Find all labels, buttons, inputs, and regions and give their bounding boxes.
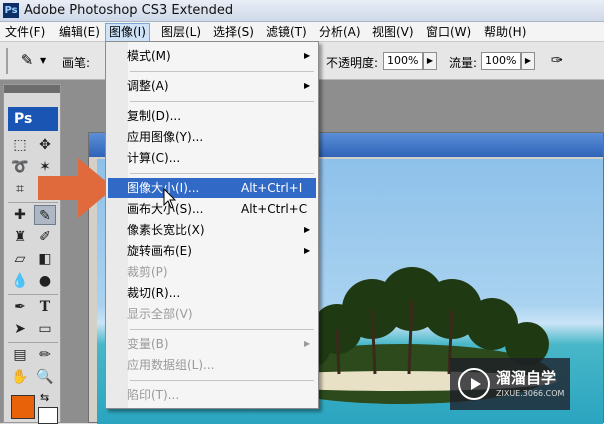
menu-item-adjust[interactable]: 调整(A) ▶	[108, 76, 316, 96]
notes-tool-icon[interactable]: ▤	[9, 345, 31, 365]
menu-separator	[130, 329, 314, 330]
menu-item-canvas-size[interactable]: 画布大小(S)... Alt+Ctrl+C	[108, 199, 316, 219]
toolbox-divider	[8, 294, 58, 295]
menu-item-mode[interactable]: 模式(M) ▶	[108, 46, 316, 66]
menu-item-calculations[interactable]: 计算(C)...	[108, 148, 316, 168]
eraser-tool-icon[interactable]: ▱	[9, 249, 31, 269]
toolbox-logo: Ps	[8, 107, 58, 131]
toolbox: Ps ⬚ ✥ ➰ ✶ ⌗ ✂ ✚ ✎ ♜ ✐ ▱ ◧ 💧 ● ✒ T ➤ ▭ ▤…	[3, 84, 61, 424]
foreground-color-swatch[interactable]	[11, 395, 35, 419]
history-brush-tool-icon[interactable]: ✐	[34, 227, 56, 247]
menu-item-reveal-all: 显示全部(V)	[127, 307, 193, 321]
menu-item-crop: 裁剪(P)	[127, 265, 168, 279]
flow-slider-arrow-icon[interactable]: ▶	[521, 52, 535, 70]
menu-image[interactable]: 图像(I)	[105, 23, 150, 43]
mouse-cursor-icon	[163, 188, 177, 209]
menu-separator	[130, 173, 314, 174]
title-bar: Ps Adobe Photoshop CS3 Extended	[0, 0, 604, 22]
flow-label: 流量:	[449, 56, 478, 70]
toolbox-divider	[8, 342, 58, 343]
eyedropper-tool-icon[interactable]: ✏	[34, 345, 56, 365]
type-tool-icon[interactable]: T	[34, 297, 56, 317]
opacity-label: 不透明度:	[326, 56, 379, 70]
opacity-input[interactable]: 100%	[383, 52, 423, 70]
menu-item-trim[interactable]: 裁切(R)...	[108, 283, 316, 303]
menu-separator	[130, 380, 314, 381]
brush-tool-icon[interactable]: ✎	[16, 51, 38, 71]
menu-item-duplicate[interactable]: 复制(D)...	[108, 106, 316, 126]
crop-tool-icon[interactable]: ⌗	[9, 179, 31, 199]
blur-tool-icon[interactable]: 💧	[9, 271, 31, 291]
watermark-url: ZIXUE.3066.COM	[496, 389, 565, 398]
image-menu-dropdown: 模式(M) ▶ 调整(A) ▶ 复制(D)... 应用图像(Y)... 计算(C…	[105, 41, 319, 409]
hand-tool-icon[interactable]: ✋	[9, 367, 31, 387]
watermark-brand: 溜溜自学	[496, 369, 557, 387]
lasso-tool-icon[interactable]: ➰	[9, 157, 31, 177]
menu-item-image-size[interactable]: 图像大小(I)... Alt+Ctrl+I	[108, 178, 316, 198]
clone-stamp-tool-icon[interactable]: ♜	[9, 227, 31, 247]
menu-analysis[interactable]: 分析(A)	[316, 24, 364, 40]
submenu-arrow-icon: ▶	[304, 246, 311, 255]
menu-help[interactable]: 帮助(H)	[481, 24, 529, 40]
menu-item-apply-image[interactable]: 应用图像(Y)...	[108, 127, 316, 147]
toolbox-header[interactable]	[4, 85, 60, 93]
menu-separator	[130, 71, 314, 72]
gradient-tool-icon[interactable]: ◧	[34, 249, 56, 269]
menu-file[interactable]: 文件(F)	[2, 24, 48, 40]
opacity-slider-arrow-icon[interactable]: ▶	[423, 52, 437, 70]
path-selection-tool-icon[interactable]: ➤	[9, 319, 31, 339]
window-title: Adobe Photoshop CS3 Extended	[24, 3, 234, 18]
menu-window[interactable]: 窗口(W)	[423, 24, 474, 40]
pen-tool-icon[interactable]: ✒	[9, 297, 31, 317]
menu-item-rotate-canvas[interactable]: 旋转画布(E) ▶	[108, 241, 316, 261]
app-logo: Ps	[3, 3, 19, 18]
airbrush-icon[interactable]: ✑	[546, 51, 568, 71]
swap-colors-icon[interactable]: ⇆	[40, 391, 49, 404]
menu-item-variables: 变量(B) ▶	[108, 334, 316, 354]
menu-edit[interactable]: 编辑(E)	[56, 24, 103, 40]
menu-bar: 文件(F) 编辑(E) 图像(I) 图层(L) 选择(S) 滤镜(T) 分析(A…	[0, 22, 604, 43]
menu-layer[interactable]: 图层(L)	[158, 24, 204, 40]
menu-item-apply-data-set: 应用数据组(L)...	[127, 358, 215, 372]
shape-tool-icon[interactable]: ▭	[34, 319, 56, 339]
menu-select[interactable]: 选择(S)	[210, 24, 257, 40]
menu-view[interactable]: 视图(V)	[369, 24, 417, 40]
grip-icon	[6, 48, 8, 74]
play-logo-icon	[458, 368, 490, 400]
background-color-swatch[interactable]	[38, 407, 58, 424]
brush-label: 画笔:	[62, 56, 91, 70]
submenu-arrow-icon: ▶	[304, 225, 311, 234]
dodge-tool-icon[interactable]: ●	[34, 271, 56, 291]
tool-preset-dropdown-icon[interactable]: ▼	[40, 56, 46, 65]
menu-filter[interactable]: 滤镜(T)	[263, 24, 310, 40]
submenu-arrow-icon: ▶	[304, 81, 311, 90]
flow-input[interactable]: 100%	[481, 52, 521, 70]
menu-item-trap: 陷印(T)...	[127, 388, 180, 402]
move-tool-icon[interactable]: ✥	[34, 135, 56, 155]
healing-brush-tool-icon[interactable]: ✚	[9, 205, 31, 225]
submenu-arrow-icon: ▶	[304, 51, 311, 60]
submenu-arrow-icon: ▶	[304, 339, 311, 348]
watermark: 溜溜自学 ZIXUE.3066.COM	[450, 358, 570, 410]
zoom-tool-icon[interactable]: 🔍	[34, 367, 56, 387]
menu-item-pixel-aspect-ratio[interactable]: 像素长宽比(X) ▶	[108, 220, 316, 240]
marquee-tool-icon[interactable]: ⬚	[9, 135, 31, 155]
menu-separator	[130, 101, 314, 102]
